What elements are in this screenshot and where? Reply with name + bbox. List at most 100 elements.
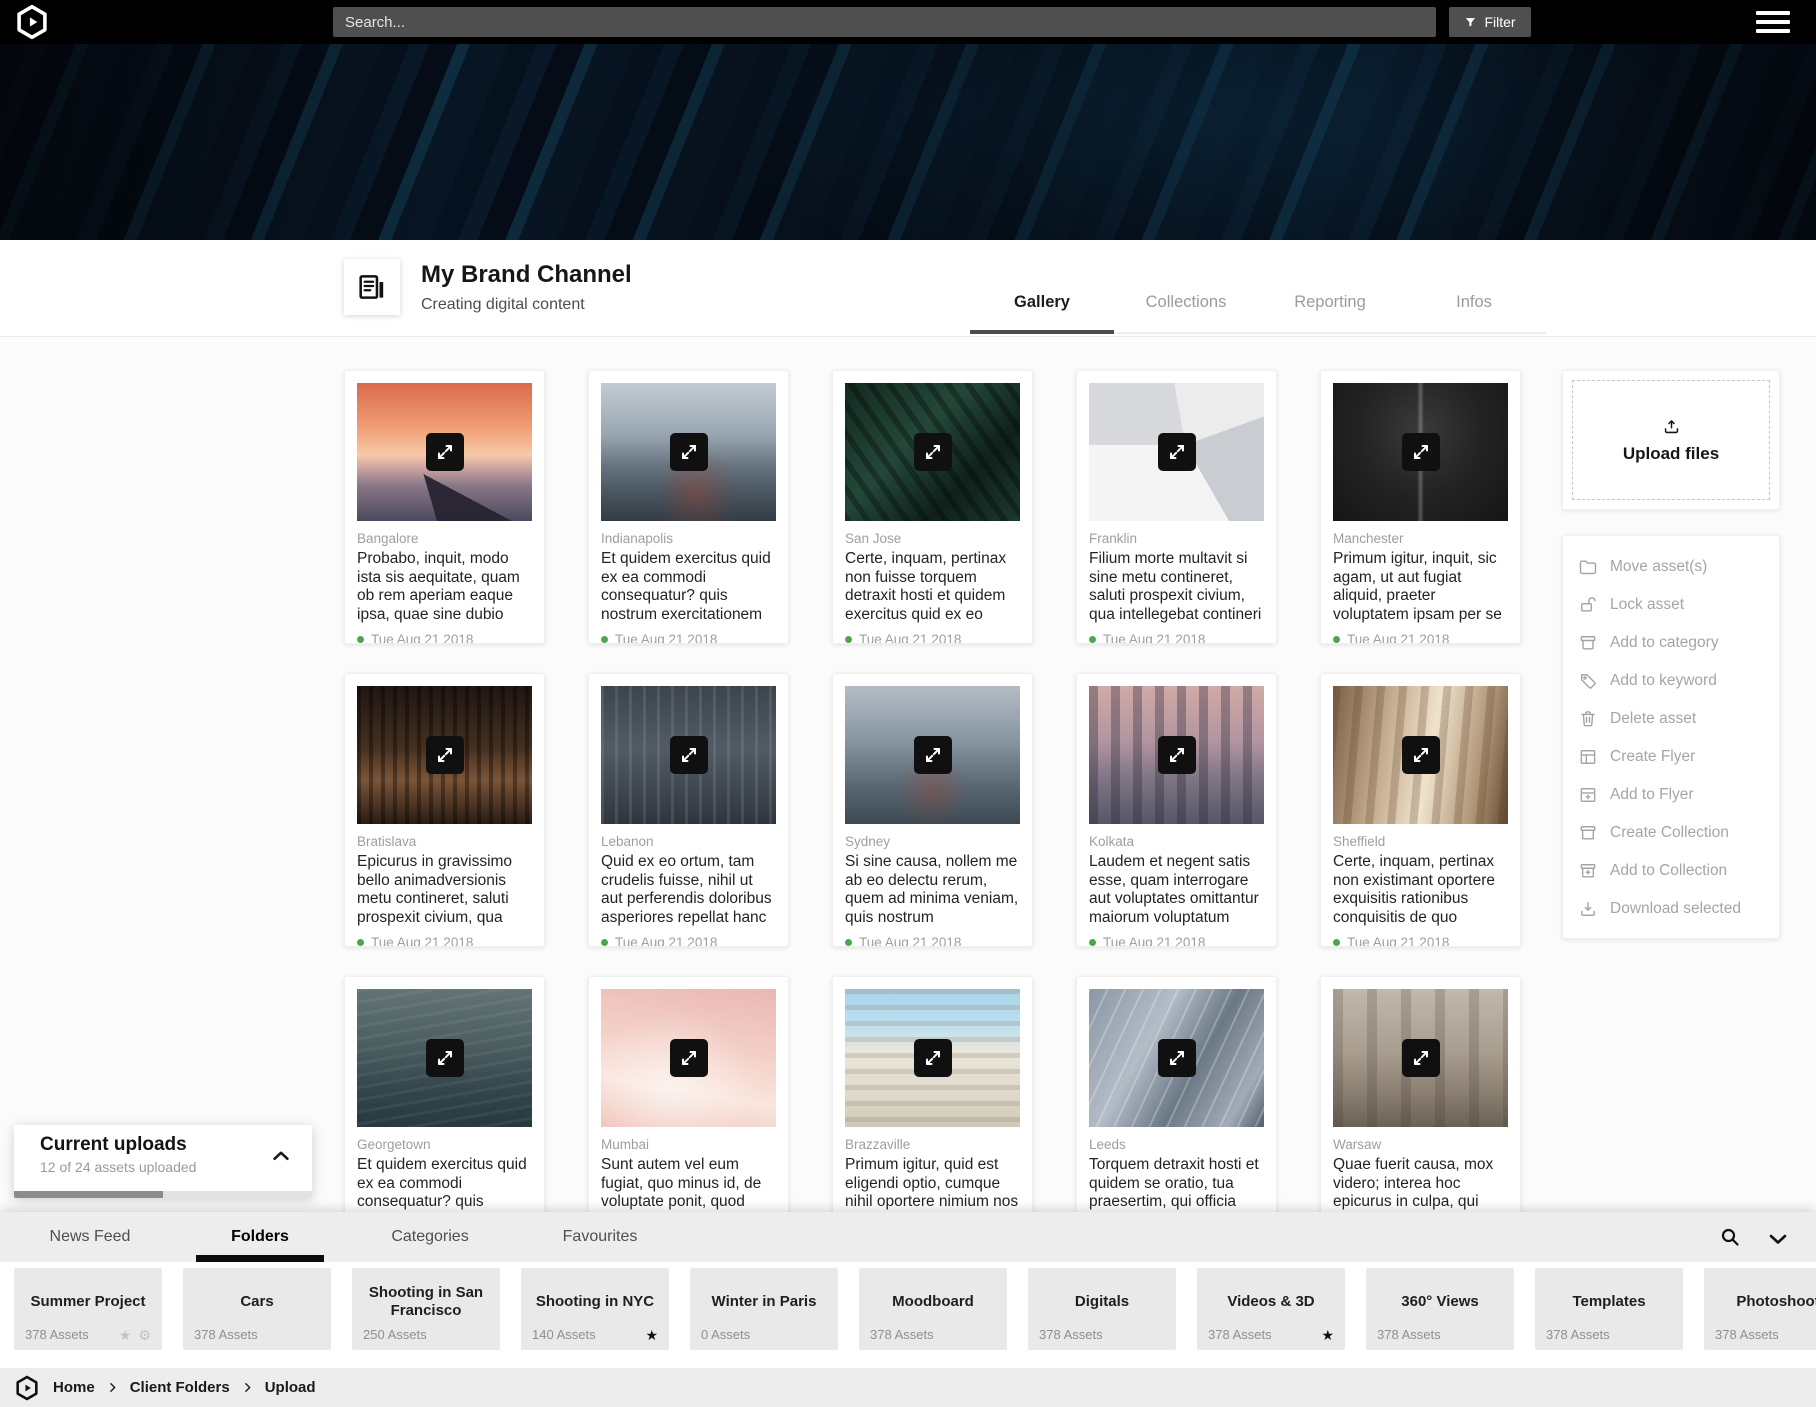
asset-thumbnail[interactable]	[1089, 989, 1264, 1127]
asset-card[interactable]: Indianapolis Et quidem exercitus quid ex…	[588, 370, 789, 644]
chevron-right-icon	[241, 1381, 254, 1394]
action-create-collection[interactable]: Create Collection	[1563, 814, 1779, 852]
action-add-to-keyword[interactable]: Add to keyword	[1563, 662, 1779, 700]
expand-icon[interactable]	[426, 1039, 464, 1077]
action-label: Delete asset	[1610, 710, 1696, 728]
folder-card-summer-project[interactable]: Summer Project 378 Assets ★⚙	[14, 1268, 162, 1350]
action-delete-asset[interactable]: Delete asset	[1563, 700, 1779, 738]
asset-city: Lebanon	[601, 834, 776, 849]
tab-gallery[interactable]: Gallery	[970, 293, 1114, 332]
drawer-tab-categories[interactable]: Categories	[345, 1212, 515, 1262]
asset-city: Leeds	[1089, 1137, 1264, 1152]
breadcrumb-item-home[interactable]: Home	[53, 1379, 95, 1396]
asset-card[interactable]: Georgetown Et quidem exercitus quid ex e…	[344, 976, 545, 1250]
asset-card[interactable]: Brazzaville Primum igitur, quid est elig…	[832, 976, 1033, 1250]
gear-icon[interactable]: ⚙	[138, 1328, 151, 1342]
folder-card-photoshoot[interactable]: Photoshoot 378 Assets	[1704, 1268, 1816, 1350]
asset-thumbnail[interactable]	[845, 989, 1020, 1127]
asset-card[interactable]: Sydney Si sine causa, nollem me ab eo de…	[832, 673, 1033, 947]
folder-card-digitals[interactable]: Digitals 378 Assets	[1028, 1268, 1176, 1350]
asset-description: Laudem et negent satis esse, quam interr…	[1089, 853, 1264, 928]
asset-city: Franklin	[1089, 531, 1264, 546]
asset-thumbnail[interactable]	[845, 383, 1020, 521]
asset-card[interactable]: Franklin Filium morte multavit si sine m…	[1076, 370, 1277, 644]
expand-icon[interactable]	[670, 433, 708, 471]
asset-card[interactable]: Warsaw Quae fuerit causa, mox videro; in…	[1320, 976, 1521, 1250]
asset-thumbnail[interactable]	[601, 383, 776, 521]
flyer-add-icon	[1578, 785, 1598, 805]
asset-card[interactable]: Kolkata Laudem et negent satis esse, qua…	[1076, 673, 1277, 947]
asset-card[interactable]: San Jose Certe, inquam, pertinax non fui…	[832, 370, 1033, 644]
expand-icon[interactable]	[670, 736, 708, 774]
asset-thumbnail[interactable]	[1333, 686, 1508, 824]
asset-card[interactable]: Sheffield Certe, inquam, pertinax non ex…	[1320, 673, 1521, 947]
asset-card[interactable]: Leeds Torquem detraxit hosti et quidem s…	[1076, 976, 1277, 1250]
expand-icon[interactable]	[914, 433, 952, 471]
folder-card-shooting-in-nyc[interactable]: Shooting in NYC 140 Assets ★	[521, 1268, 669, 1350]
tab-collections[interactable]: Collections	[1114, 293, 1258, 332]
asset-card[interactable]: Bratislava Epicurus in gravissimo bello …	[344, 673, 545, 947]
current-uploads-status: 12 of 24 assets uploaded	[40, 1159, 196, 1175]
folder-card-winter-in-paris[interactable]: Winter in Paris 0 Assets	[690, 1268, 838, 1350]
action-add-to-flyer[interactable]: Add to Flyer	[1563, 776, 1779, 814]
asset-thumbnail[interactable]	[357, 686, 532, 824]
app-logo-icon[interactable]	[14, 1375, 40, 1401]
asset-thumbnail[interactable]	[1089, 383, 1264, 521]
action-add-to-collection[interactable]: Add to Collection	[1563, 852, 1779, 890]
expand-icon[interactable]	[1158, 736, 1196, 774]
asset-card[interactable]: Bangalore Probabo, inquit, modo ista sis…	[344, 370, 545, 644]
search-icon[interactable]	[1718, 1225, 1742, 1249]
expand-icon[interactable]	[914, 1039, 952, 1077]
drawer-tab-favourites[interactable]: Favourites	[515, 1212, 685, 1262]
asset-thumbnail[interactable]	[1333, 989, 1508, 1127]
action-lock-asset[interactable]: Lock asset	[1563, 586, 1779, 624]
asset-card[interactable]: Manchester Primum igitur, inquit, sic ag…	[1320, 370, 1521, 644]
star-icon[interactable]: ★	[1321, 1328, 1334, 1342]
asset-thumbnail[interactable]	[1089, 686, 1264, 824]
chevron-up-icon[interactable]	[270, 1145, 292, 1167]
tab-reporting[interactable]: Reporting	[1258, 293, 1402, 332]
current-uploads-panel: Current uploads 12 of 24 assets uploaded	[14, 1125, 312, 1198]
folder-card-cars[interactable]: Cars 378 Assets	[183, 1268, 331, 1350]
asset-thumbnail[interactable]	[845, 686, 1020, 824]
asset-card[interactable]: Lebanon Quid ex eo ortum, tam crudelis f…	[588, 673, 789, 947]
star-icon[interactable]: ★	[119, 1328, 132, 1342]
star-icon[interactable]: ★	[645, 1328, 658, 1342]
folder-card-templates[interactable]: Templates 378 Assets	[1535, 1268, 1683, 1350]
expand-icon[interactable]	[1402, 433, 1440, 471]
expand-icon[interactable]	[1402, 736, 1440, 774]
drawer-tab-news-feed[interactable]: News Feed	[5, 1212, 175, 1262]
action-add-to-category[interactable]: Add to category	[1563, 624, 1779, 662]
asset-thumbnail[interactable]	[357, 383, 532, 521]
asset-thumbnail[interactable]	[357, 989, 532, 1127]
chevron-down-icon[interactable]	[1766, 1227, 1790, 1251]
folder-card-moodboard[interactable]: Moodboard 378 Assets	[859, 1268, 1007, 1350]
asset-thumbnail[interactable]	[1333, 383, 1508, 521]
breadcrumb-item-upload[interactable]: Upload	[265, 1379, 316, 1396]
action-download-selected[interactable]: Download selected	[1563, 890, 1779, 928]
app-logo-icon[interactable]	[14, 4, 50, 40]
breadcrumb-item-client-folders[interactable]: Client Folders	[130, 1379, 230, 1396]
expand-icon[interactable]	[914, 736, 952, 774]
asset-date-row: Tue Aug 21 2018	[357, 935, 532, 947]
expand-icon[interactable]	[426, 736, 464, 774]
asset-thumbnail[interactable]	[601, 989, 776, 1127]
folder-card-360-views[interactable]: 360° Views 378 Assets	[1366, 1268, 1514, 1350]
tab-infos[interactable]: Infos	[1402, 293, 1546, 332]
expand-icon[interactable]	[1158, 433, 1196, 471]
action-move-asset-s-[interactable]: Move asset(s)	[1563, 548, 1779, 586]
menu-icon[interactable]	[1756, 11, 1790, 33]
expand-icon[interactable]	[426, 433, 464, 471]
asset-thumbnail[interactable]	[601, 686, 776, 824]
expand-icon[interactable]	[1402, 1039, 1440, 1077]
upload-files-dropzone[interactable]: Upload files	[1562, 370, 1780, 510]
expand-icon[interactable]	[670, 1039, 708, 1077]
asset-card[interactable]: Mumbai Sunt autem vel eum fugiat, quo mi…	[588, 976, 789, 1250]
action-create-flyer[interactable]: Create Flyer	[1563, 738, 1779, 776]
search-input[interactable]	[333, 7, 1436, 37]
folder-card-videos-3d[interactable]: Videos & 3D 378 Assets ★	[1197, 1268, 1345, 1350]
folder-card-shooting-in-san-francisco[interactable]: Shooting in San Francisco 250 Assets	[352, 1268, 500, 1350]
expand-icon[interactable]	[1158, 1039, 1196, 1077]
drawer-tab-folders[interactable]: Folders	[175, 1212, 345, 1262]
filter-button[interactable]: Filter	[1449, 7, 1531, 37]
